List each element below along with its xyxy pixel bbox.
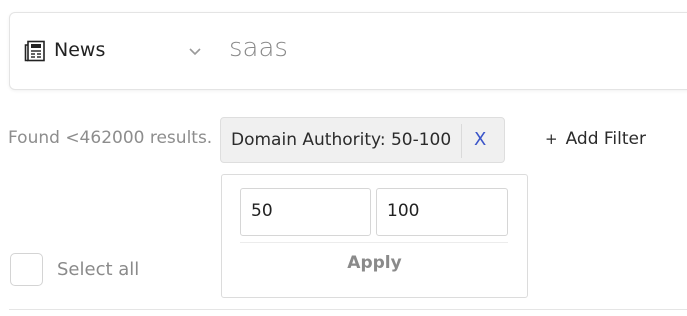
add-filter-label: Add Filter <box>565 129 646 149</box>
newspaper-icon[interactable] <box>24 40 46 62</box>
max-value-input[interactable]: 100 <box>376 188 508 236</box>
chevron-down-icon[interactable] <box>188 47 202 57</box>
filter-chip-label[interactable]: Domain Authority: 50-100 <box>231 130 451 150</box>
search-bar: News saas <box>9 12 687 90</box>
search-input[interactable]: saas <box>229 33 288 63</box>
filter-range-popover: 50 100 Apply <box>221 174 528 298</box>
select-all-label[interactable]: Select all <box>57 259 139 280</box>
results-count: Found <462000 results. <box>8 128 213 148</box>
select-all-checkbox[interactable] <box>10 253 43 286</box>
filter-chip-domain-authority[interactable]: Domain Authority: 50-100 X <box>220 117 505 163</box>
divider <box>9 309 687 310</box>
popover-divider <box>240 242 508 243</box>
remove-filter-button[interactable]: X <box>474 129 486 150</box>
add-filter-button[interactable]: + Add Filter <box>545 129 646 149</box>
chip-divider <box>461 124 462 158</box>
apply-button[interactable]: Apply <box>222 253 527 273</box>
min-value-input[interactable]: 50 <box>240 188 371 236</box>
search-type-label[interactable]: News <box>54 39 105 61</box>
plus-icon: + <box>545 130 558 148</box>
